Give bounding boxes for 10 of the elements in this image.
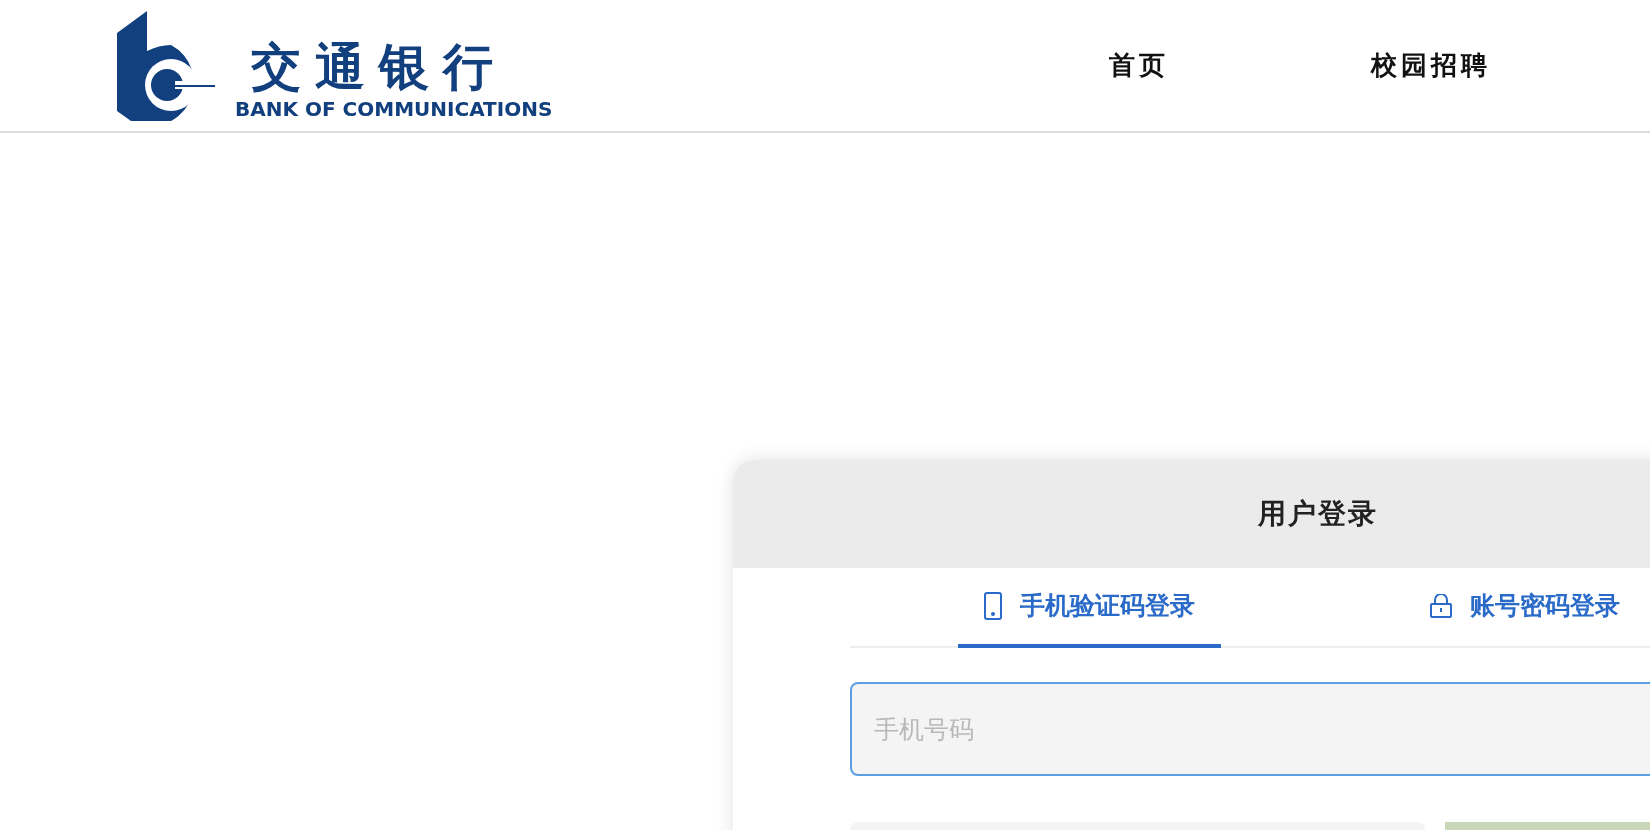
login-tab[interactable]: 账号密码登录 xyxy=(1404,568,1646,648)
login-tab[interactable]: 手机验证码登录 xyxy=(958,568,1221,648)
logo-subtitle: BANK OF COMMUNICATIONS xyxy=(235,96,553,121)
phone-icon xyxy=(984,592,1002,620)
lock-icon xyxy=(1430,594,1452,618)
nav-link[interactable]: 校园招聘 xyxy=(1371,46,1492,85)
card-title: 用户登录 xyxy=(1258,496,1378,532)
phone-input[interactable]: 手机号码 xyxy=(850,682,1650,776)
nav-link[interactable]: 首页 xyxy=(1109,46,1170,85)
logo-name: 交通银行 xyxy=(251,36,507,97)
